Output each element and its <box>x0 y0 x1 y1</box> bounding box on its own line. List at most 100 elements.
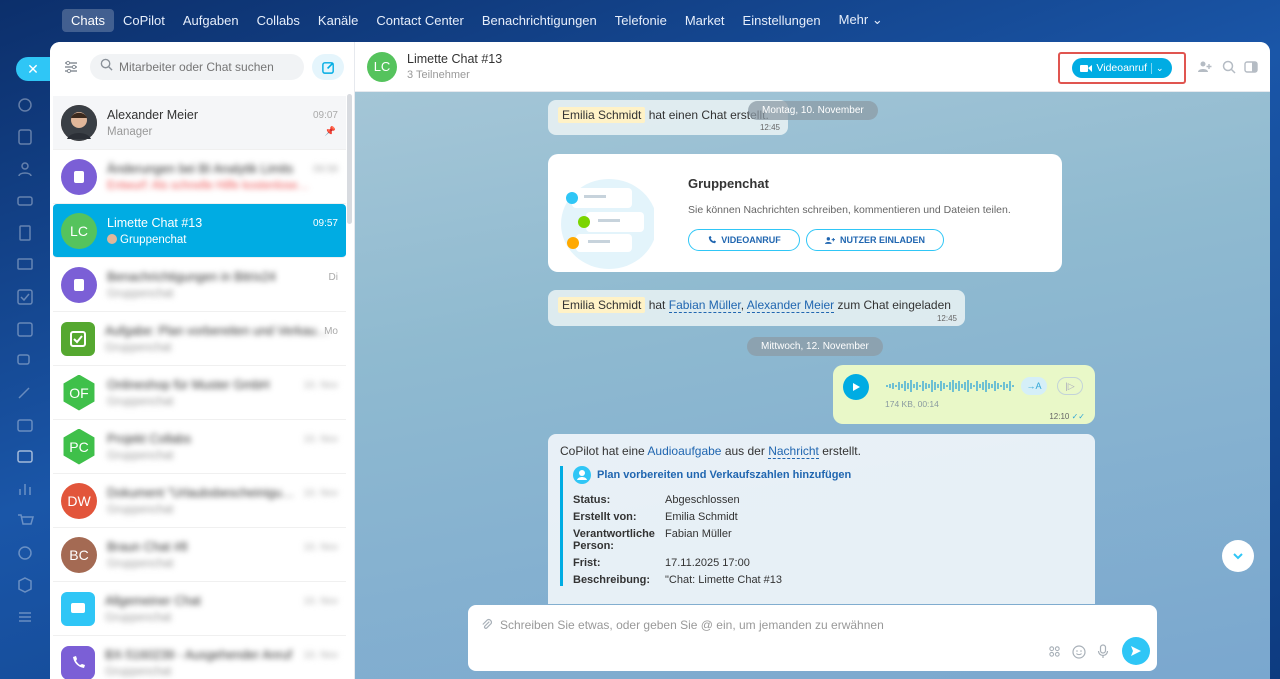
chat-item-ausgehender-anruf[interactable]: BX-5160239 - Ausgehender Anruf Gruppench… <box>53 636 346 679</box>
message-time: 12:10 ✓✓ <box>1049 412 1085 421</box>
nav-kanaele[interactable]: Kanäle <box>309 9 367 32</box>
task-row-creator: Erstellt von: Emilia Schmidt <box>573 511 1083 523</box>
filter-icon[interactable] <box>60 56 82 78</box>
notification-icon <box>74 170 84 183</box>
drive-icon[interactable] <box>16 192 34 210</box>
chat-icon[interactable] <box>16 352 34 370</box>
user-link-alexander[interactable]: Alexander Meier <box>746 298 835 313</box>
chat-item-aufgabe-plan[interactable]: Aufgabe: Plan vorbereiten und Verkau… Gr… <box>53 312 346 366</box>
nav-chats[interactable]: Chats <box>62 8 114 32</box>
sign-icon[interactable] <box>16 384 34 402</box>
speed-icon[interactable]: |▷ <box>1057 377 1083 395</box>
row-key: Frist: <box>573 557 601 569</box>
card-description: Sie können Nachrichten schreiben, kommen… <box>688 204 1011 216</box>
message-verb: hat <box>648 298 666 312</box>
audio-task-link[interactable]: Audioaufgabe <box>647 444 721 458</box>
chat-time: 09:57 <box>312 218 338 229</box>
phone-icon <box>61 645 95 679</box>
add-user-icon[interactable] <box>1198 60 1212 74</box>
play-icon <box>853 383 860 391</box>
emoji-icon[interactable] <box>1072 645 1086 664</box>
nav-einstellungen[interactable]: Einstellungen <box>734 9 830 32</box>
chat-item-projekt-collabs[interactable]: PC Projekt Collabs Gruppenchat 10. Nov <box>53 420 346 474</box>
nav-mehr[interactable]: Mehr ⌄ <box>830 8 892 32</box>
chat-subtitle: Gruppenchat <box>107 449 174 462</box>
nav-market[interactable]: Market <box>676 9 734 32</box>
chat-header: LC Limette Chat #13 3 Teilnehmer Videoan… <box>355 42 1270 92</box>
user-mention[interactable]: Emilia Schmidt <box>558 107 646 123</box>
chat-time: 10. Nov <box>303 542 338 553</box>
chat-time: 09:07 <box>312 110 338 121</box>
chat-item-allgemeiner-chat[interactable]: Allgemeiner Chat Gruppenchat 10. Nov <box>53 582 346 636</box>
new-chat-button[interactable] <box>312 54 344 80</box>
participants-count[interactable]: 3 Teilnehmer <box>407 69 502 81</box>
cart-icon[interactable] <box>16 512 34 530</box>
nav-copilot[interactable]: CoPilot <box>114 9 174 32</box>
chat-time: Mo <box>324 326 338 337</box>
messenger-icon[interactable] <box>16 448 34 466</box>
scroll-down-button[interactable] <box>1222 540 1254 572</box>
microphone-icon[interactable] <box>1097 644 1109 664</box>
sidebar-toggle-icon[interactable] <box>1244 60 1258 74</box>
chat-avatar[interactable]: LC <box>367 51 397 82</box>
chevron-down-icon[interactable]: ⌄ <box>1151 62 1164 74</box>
attach-icon[interactable] <box>480 618 493 636</box>
chat-item-braun-chat[interactable]: BC Braun Chat #8 Gruppenchat 10. Nov <box>53 528 346 582</box>
edit-icon <box>321 61 334 74</box>
document-icon[interactable] <box>16 128 34 146</box>
nav-aufgaben[interactable]: Aufgaben <box>174 9 248 32</box>
users-icon[interactable] <box>16 160 34 178</box>
search-input[interactable] <box>119 60 294 74</box>
user-link-fabian[interactable]: Fabian Müller <box>668 298 741 313</box>
task-icon[interactable] <box>16 288 34 306</box>
task-title[interactable]: Plan vorbereiten und Verkaufszahlen hinz… <box>597 469 851 481</box>
send-button[interactable] <box>1122 637 1150 665</box>
inbox-icon[interactable] <box>16 416 34 434</box>
chat-subtitle: Gruppenchat <box>107 287 174 300</box>
task-details: Plan vorbereiten und Verkaufszahlen hinz… <box>560 466 1083 586</box>
play-button[interactable] <box>843 374 869 400</box>
message-composer: Schreiben Sie etwas, oder geben Sie @ ei… <box>468 605 1157 671</box>
message-link[interactable]: Nachricht <box>768 444 819 459</box>
chat-time: 10. Nov <box>303 488 338 499</box>
avatar: BC <box>61 536 97 573</box>
analytics-icon[interactable] <box>16 480 34 498</box>
videoanruf-label: VIDEOANRUF <box>721 235 781 245</box>
transcribe-icon[interactable]: →A <box>1021 377 1047 395</box>
videoanruf-button[interactable]: VIDEOANRUF <box>688 229 800 251</box>
task-title-row[interactable]: Plan vorbereiten und Verkaufszahlen hinz… <box>573 466 1083 484</box>
sidebar-scrollbar[interactable] <box>347 94 352 224</box>
nav-contact-center[interactable]: Contact Center <box>367 9 472 32</box>
chat-item-bi-analytik[interactable]: Änderungen bei BI Analytik Limits Entwur… <box>53 150 346 204</box>
chat-subtitle: Manager <box>107 125 153 138</box>
search-icon[interactable] <box>1222 60 1236 74</box>
left-rail <box>0 42 50 679</box>
chat-item-limette-chat-13[interactable]: LC Limette Chat #13 Gruppenchat 09:57 <box>53 204 346 258</box>
user-mention[interactable]: Emilia Schmidt <box>558 297 646 313</box>
chat-item-dokument[interactable]: DW Dokument "Urlaubsbescheinigu… Gruppen… <box>53 474 346 528</box>
file-icon[interactable] <box>16 224 34 242</box>
nav-benachrichtigungen[interactable]: Benachrichtigungen <box>473 9 606 32</box>
chat-item-onlineshop[interactable]: OF Onlineshop für Muster GmbH Gruppencha… <box>53 366 346 420</box>
nav-telefonie[interactable]: Telefonie <box>606 9 676 32</box>
waveform[interactable] <box>885 378 1015 394</box>
apps-icon[interactable] <box>1048 645 1061 663</box>
video-call-button[interactable]: Videoanruf ⌄ <box>1072 58 1172 78</box>
chat-item-benachrichtigungen[interactable]: Benachrichtigungen in Bitrix24 Gruppench… <box>53 258 346 312</box>
row-key: Status: <box>573 494 611 506</box>
chat-title[interactable]: Limette Chat #13 <box>407 52 502 66</box>
automation-icon[interactable] <box>16 544 34 562</box>
phone-icon <box>709 235 717 243</box>
message-tail: zum Chat eingeladen <box>837 298 951 312</box>
task-row-responsible: Verantwortliche Person: Fabian Müller <box>573 528 1083 552</box>
presentation-icon[interactable] <box>16 256 34 274</box>
copilot-icon[interactable] <box>16 96 34 114</box>
nav-collabs[interactable]: Collabs <box>248 9 309 32</box>
chat-subtitle: Entwurf: Als schnelle Hilfe kostenlose… <box>107 179 309 192</box>
chat-item-alexander-meier[interactable]: Alexander Meier Manager 09:07 📌 <box>53 96 346 150</box>
invite-users-button[interactable]: NUTZER EINLADEN <box>806 229 944 251</box>
message-input[interactable]: Schreiben Sie etwas, oder geben Sie @ ei… <box>500 618 884 632</box>
more-icon[interactable] <box>16 608 34 626</box>
calendar-icon[interactable] <box>16 320 34 338</box>
cube-icon[interactable] <box>16 576 34 594</box>
